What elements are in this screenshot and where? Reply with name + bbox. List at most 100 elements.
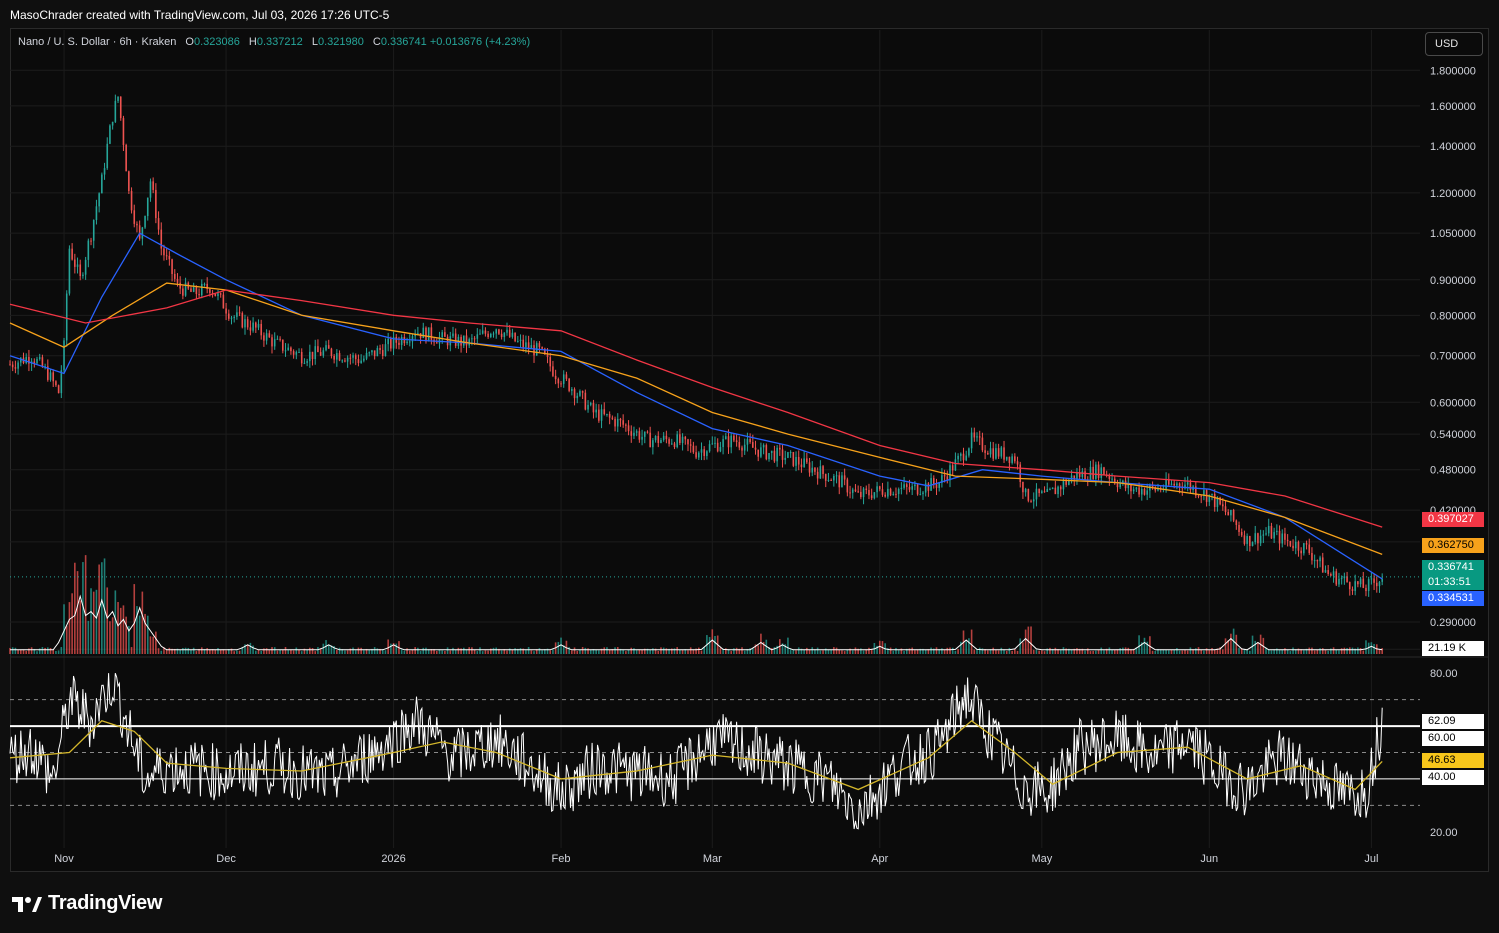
candle xyxy=(760,442,762,459)
candle xyxy=(376,345,379,357)
candle xyxy=(1319,555,1321,568)
candle xyxy=(1213,489,1216,512)
candle xyxy=(973,427,976,442)
candle-body xyxy=(71,248,73,260)
volume-bar xyxy=(897,650,900,654)
candle-body xyxy=(943,475,946,477)
volume-bar xyxy=(441,650,443,654)
candle-body xyxy=(1119,483,1121,488)
volume-bar xyxy=(363,650,365,654)
currency-button[interactable]: USD xyxy=(1425,32,1483,56)
candle-body xyxy=(133,210,136,224)
candle-body xyxy=(911,486,913,490)
candle-body xyxy=(622,420,624,425)
candle xyxy=(846,477,849,497)
volume-bar xyxy=(468,647,470,654)
candle-body xyxy=(200,283,203,296)
candle xyxy=(568,377,570,393)
volume-bar xyxy=(506,650,508,654)
volume-bar xyxy=(1311,647,1313,654)
candle-body xyxy=(1294,541,1297,549)
candle xyxy=(1192,484,1194,495)
candle-body xyxy=(144,216,146,228)
candle xyxy=(1254,525,1257,545)
time-tick-label: Nov xyxy=(54,853,74,865)
candle xyxy=(500,329,503,340)
candle xyxy=(641,429,643,446)
volume-bar xyxy=(1119,648,1121,654)
volume-bar xyxy=(995,650,997,654)
volume-bar xyxy=(376,648,379,654)
candle xyxy=(614,416,616,432)
candle xyxy=(522,334,525,352)
candle-body xyxy=(1005,456,1008,460)
candle-body xyxy=(549,357,552,367)
candle xyxy=(784,450,787,465)
candle-body xyxy=(341,360,344,362)
candle-body xyxy=(1365,587,1367,592)
volume-bar xyxy=(449,650,452,654)
volume-bar xyxy=(1097,650,1100,654)
volume-bar xyxy=(300,651,303,654)
candle xyxy=(538,341,541,353)
last-price-tag: 0.336741 xyxy=(1422,560,1484,575)
candle xyxy=(873,492,876,500)
candle-body xyxy=(719,447,722,452)
price-tick-label: 1.800000 xyxy=(1430,65,1476,77)
candle xyxy=(749,433,751,444)
candle-body xyxy=(246,319,249,328)
candle xyxy=(662,432,665,442)
candle xyxy=(149,178,152,202)
candle xyxy=(900,482,903,495)
rsi-line xyxy=(9,673,1383,830)
candle-body xyxy=(1354,581,1356,591)
volume-bar xyxy=(1143,637,1146,654)
volume-bar xyxy=(119,607,122,654)
candle xyxy=(109,124,111,145)
volume-bar xyxy=(1014,649,1016,654)
candle xyxy=(935,478,938,496)
volume-bar xyxy=(827,649,830,654)
volume-layer xyxy=(9,555,1383,654)
candle-body xyxy=(1095,464,1097,479)
candle xyxy=(330,347,333,359)
candle xyxy=(1243,530,1246,546)
candle xyxy=(1003,440,1005,463)
candle-body xyxy=(633,432,635,436)
volume-bar xyxy=(1316,649,1319,654)
candle xyxy=(1059,485,1062,497)
candle xyxy=(1032,492,1035,509)
volume-bar xyxy=(149,636,152,654)
candle-body xyxy=(1311,552,1313,561)
candle-body xyxy=(830,479,832,481)
tradingview-logo[interactable]: TradingView xyxy=(12,892,162,915)
candle xyxy=(1308,538,1311,555)
candle xyxy=(387,332,389,352)
volume-bar xyxy=(90,588,92,654)
candle xyxy=(1014,453,1016,464)
volume-bar xyxy=(68,602,71,654)
candle-body xyxy=(962,453,965,461)
volume-bar xyxy=(689,647,692,654)
candle xyxy=(1130,483,1132,499)
candle xyxy=(554,369,557,385)
candle xyxy=(679,428,681,446)
volume-bar xyxy=(414,647,416,654)
time-tick-label: Jun xyxy=(1200,853,1218,865)
chart-canvas[interactable]: 1.800000 1.600000 1.400000 1.200000 1.050000… xyxy=(0,0,1499,933)
volume-bar xyxy=(1151,650,1154,654)
volume-bar xyxy=(265,648,268,654)
candle-body xyxy=(111,121,114,126)
time-tick-label: May xyxy=(1031,853,1052,865)
volume-bar xyxy=(373,647,376,654)
volume-bar xyxy=(530,650,533,654)
candle-body xyxy=(1254,533,1257,543)
candle-body xyxy=(579,391,581,396)
candle-body xyxy=(38,357,41,359)
axis-layer: 1.800000 1.600000 1.400000 1.200000 1.050000… xyxy=(10,65,1489,865)
candle-body xyxy=(190,288,192,292)
low-value: 0.321980 xyxy=(317,36,364,48)
candle-body xyxy=(552,366,554,376)
volume-bar xyxy=(911,647,913,654)
candle-body xyxy=(279,338,281,340)
